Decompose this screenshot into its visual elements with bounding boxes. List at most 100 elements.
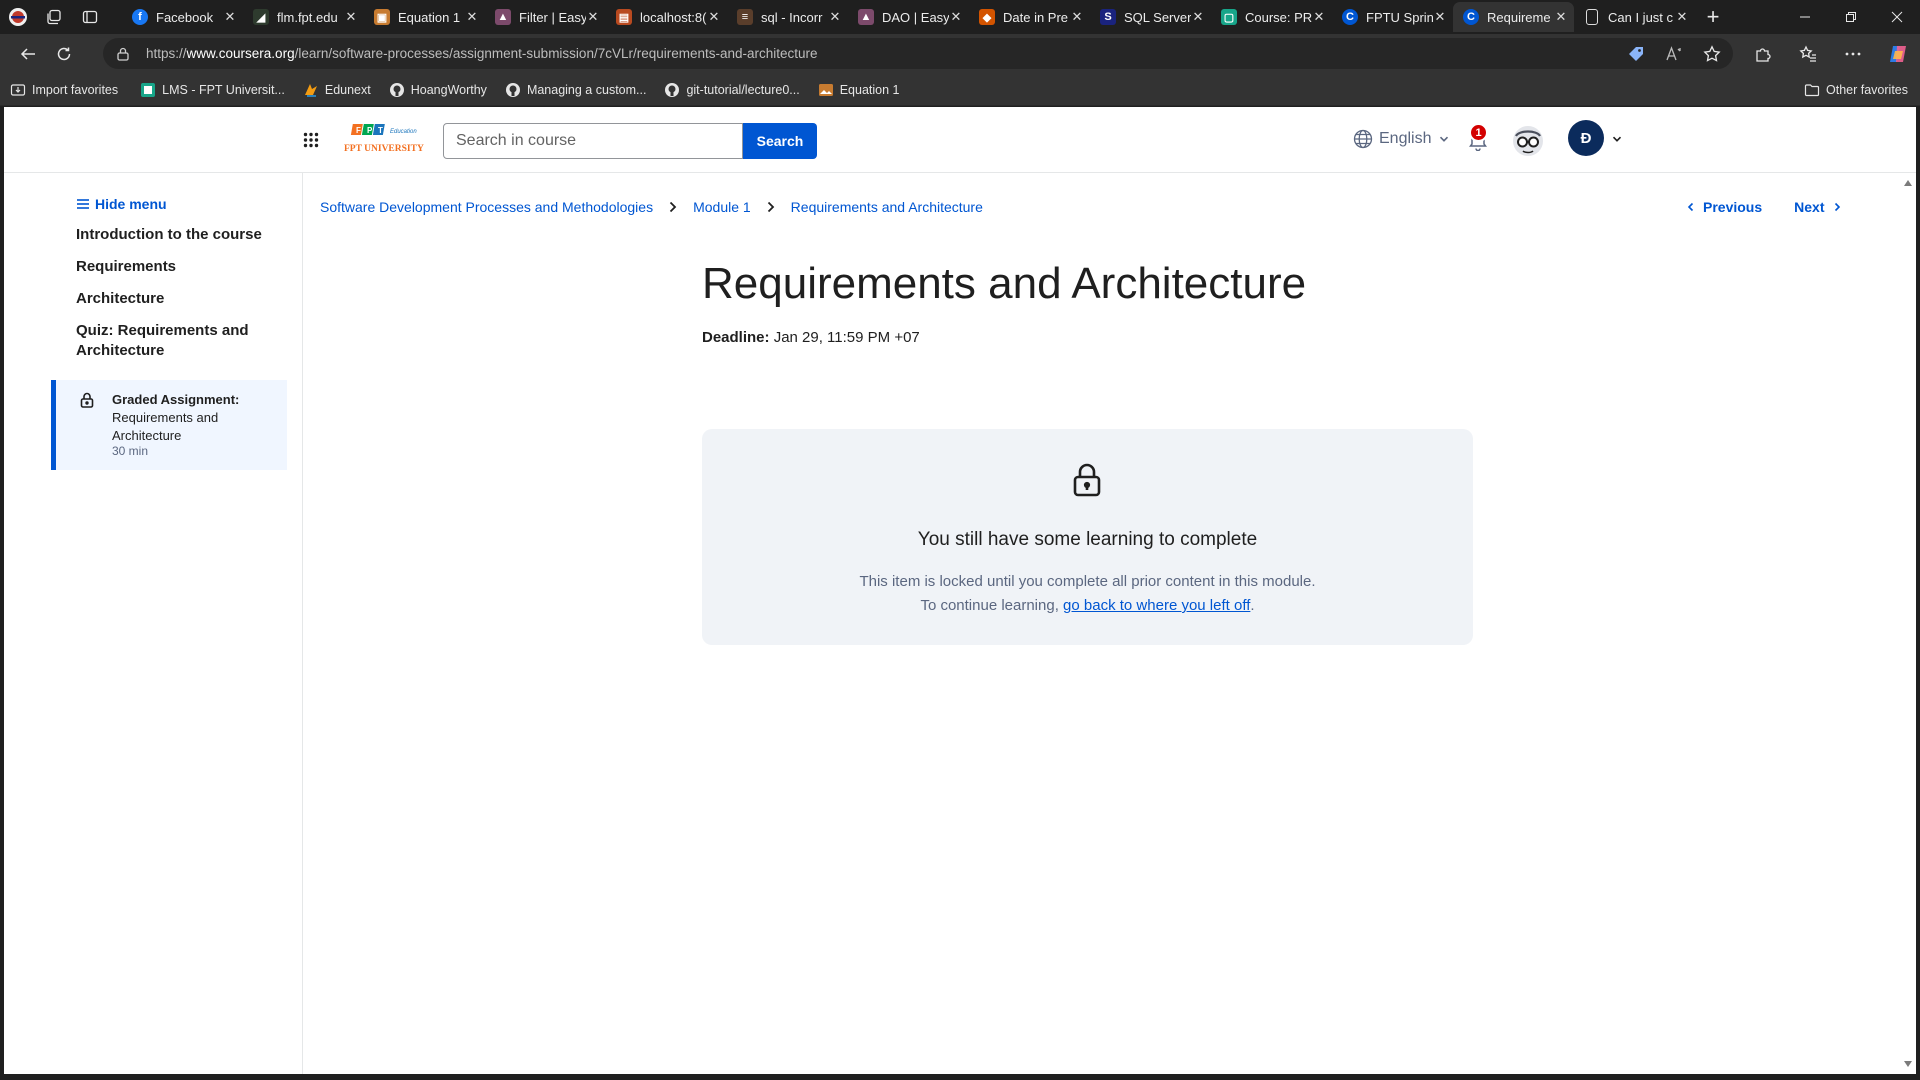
fpt-university-logo[interactable]: F P T Education FPT UNIVERSITY	[343, 123, 431, 159]
sidebar-item-requirements[interactable]: Requirements	[76, 257, 276, 277]
tab-dao[interactable]: ▲ DAO | Easy ✕	[848, 2, 969, 32]
back-arrow-icon	[20, 48, 35, 60]
tab-flm[interactable]: ◢ flm.fpt.edu ✕	[243, 2, 364, 32]
tab-fptu[interactable]: C FPTU Sprin ✕	[1332, 2, 1453, 32]
next-label: Next	[1794, 199, 1825, 215]
favorite-hoangworthy[interactable]: HoangWorthy	[379, 77, 495, 103]
notification-badge: 1	[1469, 123, 1488, 142]
globe-icon	[1353, 129, 1373, 149]
tab-label: sql - Incorr	[761, 9, 823, 25]
favorite-star-icon[interactable]	[1703, 44, 1721, 63]
continue-prefix: To continue learning,	[920, 597, 1064, 614]
locked-message: This item is locked until you complete a…	[859, 573, 1316, 590]
tab-facebook[interactable]: f Facebook ✕	[122, 2, 243, 32]
lock-icon[interactable]	[117, 47, 129, 61]
tab-strip: f Facebook ✕ ◢ flm.fpt.edu ✕ ▣ Equation …	[0, 0, 1920, 34]
sidebar-item-graded-assignment[interactable]: Graded Assignment: Requirements and Arch…	[51, 380, 287, 470]
sidebar-item-architecture[interactable]: Architecture	[76, 289, 276, 309]
more-menu-button[interactable]	[1830, 34, 1875, 74]
tab-localhost[interactable]: ▤ localhost:8( ✕	[606, 2, 727, 32]
favorite-import[interactable]: Import favorites	[0, 77, 126, 103]
favorite-git-tutorial[interactable]: git-tutorial/lecture0...	[654, 77, 807, 103]
chevron-right-icon	[669, 201, 677, 213]
back-button[interactable]	[10, 37, 46, 71]
shopping-tag-icon[interactable]	[1627, 45, 1645, 63]
close-icon[interactable]: ✕	[1191, 9, 1205, 25]
plus-icon: +	[1706, 4, 1720, 29]
lms-icon: ▢	[1221, 9, 1237, 25]
new-tab-button[interactable]: +	[1695, 2, 1731, 32]
tab-course[interactable]: ▢ Course: PR ✕	[1211, 2, 1332, 32]
workspaces-button[interactable]	[36, 0, 72, 34]
close-icon[interactable]: ✕	[1070, 9, 1084, 25]
close-icon[interactable]: ✕	[344, 9, 358, 25]
breadcrumb-course-link[interactable]: Software Development Processes and Metho…	[320, 199, 653, 215]
language-selector[interactable]: English	[1353, 129, 1449, 149]
breadcrumb-module-link[interactable]: Module 1	[693, 199, 751, 215]
favorite-label: HoangWorthy	[410, 82, 487, 97]
close-icon[interactable]: ✕	[465, 9, 479, 25]
previous-button[interactable]: Previous	[1687, 199, 1762, 215]
minimize-icon	[1800, 16, 1810, 18]
tab-label: flm.fpt.edu	[277, 9, 338, 25]
workspaces-icon	[47, 9, 61, 25]
close-icon[interactable]: ✕	[828, 9, 842, 25]
close-icon[interactable]: ✕	[586, 9, 600, 25]
favorite-lms[interactable]: LMS - FPT Universit...	[130, 77, 293, 103]
copilot-button[interactable]	[1875, 34, 1920, 74]
profile-button[interactable]	[0, 0, 36, 34]
favorite-equation[interactable]: Equation 1	[808, 77, 908, 103]
close-icon[interactable]: ✕	[1675, 9, 1689, 25]
tab-label: Equation 1	[398, 9, 461, 25]
read-aloud-icon[interactable]	[1665, 45, 1683, 63]
course-sidebar: Hide menu Introduction to the course Req…	[4, 173, 303, 1074]
close-icon[interactable]: ✕	[223, 9, 237, 25]
url-text: https://www.coursera.org/learn/software-…	[146, 46, 818, 61]
chevron-down-icon[interactable]	[1612, 134, 1622, 144]
extensions-button[interactable]	[1740, 34, 1785, 74]
tab-canijust[interactable]: Can I just c ✕	[1574, 2, 1695, 32]
easy-icon: ▲	[858, 9, 874, 25]
learning-assistant-button[interactable]	[1512, 125, 1544, 157]
sqlserver-icon: S	[1100, 9, 1116, 25]
refresh-button[interactable]	[46, 37, 82, 71]
image-icon	[818, 82, 834, 98]
language-label: English	[1379, 130, 1432, 147]
apps-menu-button[interactable]	[303, 132, 319, 148]
minimize-button[interactable]	[1782, 0, 1828, 34]
search-input[interactable]	[443, 123, 743, 159]
other-favorites[interactable]: Other favorites	[1794, 77, 1916, 103]
close-icon[interactable]: ✕	[707, 9, 721, 25]
tab-filter[interactable]: ▲ Filter | Easy ✕	[485, 2, 606, 32]
scroll-up-arrow-icon[interactable]	[1903, 179, 1913, 187]
search-button[interactable]: Search	[743, 123, 817, 159]
scroll-down-arrow-icon[interactable]	[1903, 1060, 1913, 1068]
breadcrumb-item-link[interactable]: Requirements and Architecture	[791, 199, 983, 215]
hamburger-menu-icon	[77, 199, 89, 209]
tab-requirements[interactable]: C Requireme ✕	[1453, 2, 1574, 32]
sidebar-item-introduction[interactable]: Introduction to the course	[76, 225, 276, 245]
close-icon[interactable]: ✕	[1554, 9, 1568, 25]
close-icon[interactable]: ✕	[1433, 9, 1447, 25]
close-icon[interactable]: ✕	[1312, 9, 1326, 25]
tab-sql[interactable]: ≡ sql - Incorr ✕	[727, 2, 848, 32]
tab-equation[interactable]: ▣ Equation 1 ✕	[364, 2, 485, 32]
url-domain: www.coursera.org	[186, 46, 295, 61]
restore-button[interactable]	[1828, 0, 1874, 34]
sidebar-item-quiz[interactable]: Quiz: Requirements and Architecture	[76, 321, 276, 361]
tab-date[interactable]: ◆ Date in Pre ✕	[969, 2, 1090, 32]
close-window-button[interactable]	[1874, 0, 1920, 34]
address-bar[interactable]: https://www.coursera.org/learn/software-…	[103, 38, 1733, 69]
assignment-title: Requirements and Architecture	[112, 410, 219, 443]
tab-sqlserver[interactable]: S SQL Server ✕	[1090, 2, 1211, 32]
favorite-managing[interactable]: Managing a custom...	[495, 77, 655, 103]
favorite-edunext[interactable]: Edunext	[293, 77, 379, 103]
next-button[interactable]: Next	[1794, 199, 1840, 215]
favorites-button[interactable]	[1785, 34, 1830, 74]
hide-menu-button[interactable]: Hide menu	[77, 196, 167, 212]
user-avatar[interactable]: Đ	[1568, 120, 1604, 156]
tab-actions-button[interactable]	[72, 0, 108, 34]
stack-icon: ≡	[737, 9, 753, 25]
close-icon[interactable]: ✕	[949, 9, 963, 25]
go-back-link[interactable]: go back to where you left off	[1063, 597, 1250, 614]
